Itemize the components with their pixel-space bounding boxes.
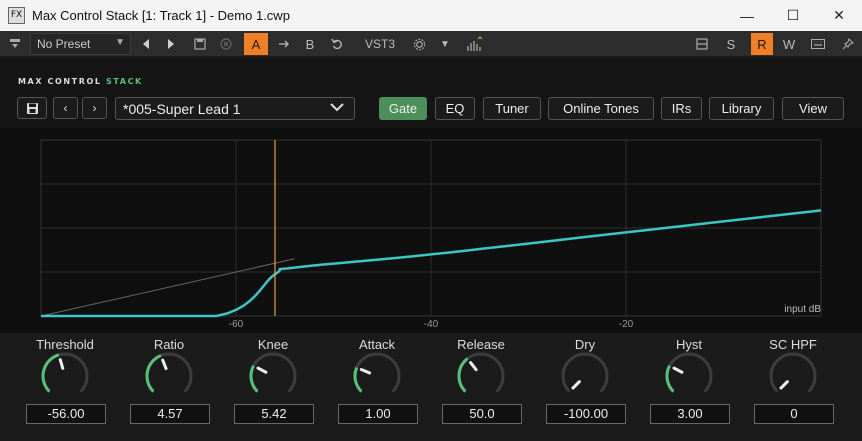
unity-reference-line (40, 258, 295, 317)
save-icon[interactable] (17, 97, 47, 119)
knob-dial[interactable] (352, 351, 402, 401)
knob-label: Release (457, 337, 505, 352)
settings-gear-icon[interactable] (409, 33, 429, 55)
tab-irs[interactable]: IRs (661, 97, 702, 120)
brand-accent-text: STACK (105, 77, 143, 86)
knob-ratio[interactable]: Ratio 4.57 (117, 333, 221, 441)
minimize-button[interactable]: — (724, 0, 770, 31)
x-axis-label: input dB (784, 304, 821, 315)
plugin-panel: MAX CONTROL STACK ‹ › *005-Super Lead 1 … (0, 58, 862, 441)
chevron-right-icon: › (92, 101, 97, 115)
save-preset-icon[interactable] (191, 33, 209, 55)
tab-view[interactable]: View (782, 97, 844, 120)
chevron-left-icon: ‹ (63, 101, 68, 115)
host-toolbar: No Preset ▼ A B VST3 ▼ S R W (0, 31, 862, 57)
knob-dial[interactable] (664, 351, 714, 401)
delete-preset-icon[interactable] (217, 33, 235, 55)
knob-value-field[interactable]: 3.00 (650, 404, 730, 424)
knob-sc-hpf[interactable]: SC HPF 0 (741, 333, 845, 441)
preset-name: *005-Super Lead 1 (123, 101, 241, 117)
axis-ticks: -60 -40 -20 (229, 319, 634, 330)
ab-a-button[interactable]: A (244, 33, 268, 55)
panel-layout-icon[interactable] (693, 33, 711, 55)
ab-b-button[interactable]: B (300, 33, 320, 55)
knob-body (151, 358, 187, 394)
tab-eq[interactable]: EQ (435, 97, 475, 120)
previous-preset-icon[interactable] (138, 33, 154, 55)
knob-value-field[interactable]: 4.57 (130, 404, 210, 424)
copy-a-to-b-icon[interactable] (275, 33, 293, 55)
brand-logo: MAX CONTROL STACK (18, 77, 143, 86)
tab-library[interactable]: Library (709, 97, 774, 120)
close-button[interactable]: ✕ (816, 0, 862, 31)
knob-hyst[interactable]: Hyst 3.00 (637, 333, 741, 441)
knob-dial[interactable] (144, 351, 194, 401)
tab-online-tones[interactable]: Online Tones (548, 97, 654, 120)
knob-label: Ratio (153, 337, 185, 352)
knob-label: Hyst (676, 337, 702, 352)
knob-release[interactable]: Release 50.0 (429, 333, 533, 441)
x-tick-label: -60 (229, 319, 244, 330)
knob-value-field[interactable]: 5.42 (234, 404, 314, 424)
knob-dial[interactable] (456, 351, 506, 401)
knob-attack[interactable]: Attack 1.00 (325, 333, 429, 441)
knob-body (359, 358, 395, 394)
knob-value-field[interactable]: -100.00 (546, 404, 626, 424)
chevron-down-icon[interactable]: ▼ (437, 33, 453, 55)
plugin-format-label: VST3 (364, 37, 395, 51)
knob-body (671, 358, 707, 394)
tab-gate[interactable]: Gate (379, 97, 427, 120)
x-tick-label: -40 (424, 319, 439, 330)
transfer-curve-plot: -60 -40 -20 input dB (40, 139, 822, 330)
knob-body (255, 358, 291, 394)
fx-app-icon: FX (8, 7, 25, 24)
knob-label: SC HPF (769, 337, 817, 352)
window-titlebar: FX Max Control Stack [1: Track 1] - Demo… (0, 0, 862, 31)
knob-dial[interactable] (248, 351, 298, 401)
knob-dial[interactable] (40, 351, 90, 401)
knob-value-field[interactable]: 0 (754, 404, 834, 424)
knob-value-field[interactable]: -56.00 (26, 404, 106, 424)
knob-knee[interactable]: Knee 5.42 (221, 333, 325, 441)
knob-label: Knee (257, 337, 289, 352)
next-preset-button[interactable]: › (82, 97, 107, 119)
brand-main-text: MAX CONTROL (18, 77, 102, 86)
knob-body (47, 358, 83, 394)
knob-label: Threshold (36, 337, 94, 352)
knob-row: Threshold -56.00 Ratio 4.57 Knee 5.42 Attack 1.… (0, 333, 862, 441)
knob-value-field[interactable]: 1.00 (338, 404, 418, 424)
sidechain-s-button[interactable]: S (721, 33, 741, 55)
host-menu-icon[interactable] (6, 33, 24, 55)
next-preset-icon[interactable] (163, 33, 179, 55)
knob-threshold[interactable]: Threshold -56.00 (13, 333, 117, 441)
previous-preset-button[interactable]: ‹ (53, 97, 78, 119)
tab-tuner[interactable]: Tuner (483, 97, 541, 120)
maximize-button[interactable]: ☐ (770, 0, 816, 31)
knob-label: Dry (574, 337, 596, 352)
preset-select[interactable]: *005-Super Lead 1 (115, 97, 355, 120)
write-automation-w-button[interactable]: W (778, 33, 800, 55)
host-preset-label: No Preset (37, 37, 91, 51)
gate-transfer-graph[interactable]: -60 -40 -20 input dB (0, 128, 862, 333)
knob-dry[interactable]: Dry -100.00 (533, 333, 637, 441)
knob-value-field[interactable]: 50.0 (442, 404, 522, 424)
knob-dial[interactable] (560, 351, 610, 401)
knob-dial[interactable] (768, 351, 818, 401)
host-preset-dropdown[interactable]: No Preset ▼ (30, 33, 131, 55)
x-tick-label: -20 (619, 319, 634, 330)
meter-icon[interactable] (464, 33, 486, 55)
chevron-down-icon: ▼ (115, 37, 125, 48)
knob-body (463, 358, 499, 394)
window-title: Max Control Stack [1: Track 1] - Demo 1.… (32, 8, 290, 23)
keyboard-icon[interactable] (808, 33, 828, 55)
pin-icon[interactable] (838, 33, 858, 55)
knob-label: Attack (358, 337, 396, 352)
chevron-down-icon (330, 101, 344, 115)
read-automation-r-button[interactable]: R (751, 33, 773, 55)
undo-icon[interactable] (328, 33, 346, 55)
